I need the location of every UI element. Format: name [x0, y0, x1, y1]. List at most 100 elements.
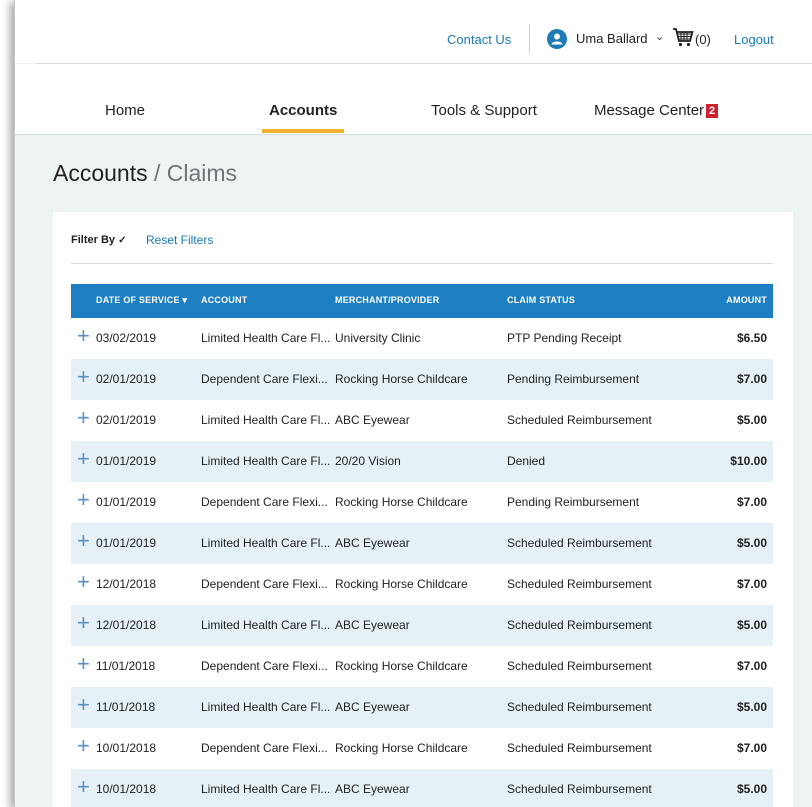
- cell-status: Scheduled Reimbursement: [507, 741, 652, 755]
- active-tab-indicator: [262, 129, 344, 133]
- column-header-date-label: Date of Service: [96, 295, 180, 305]
- cell-amount: $5.00: [736, 413, 767, 427]
- cell-status: Scheduled Reimbursement: [507, 413, 652, 427]
- table-row[interactable]: +11/01/2018 Limited Health Care Fl... ABC …: [71, 687, 773, 728]
- cell-merchant: ABC Eyewear: [335, 618, 410, 632]
- cell-account: Dependent Care Flexi...: [201, 372, 328, 386]
- table-row[interactable]: +01/01/2019 Limited Health Care Fl... ABC …: [71, 523, 773, 564]
- table-row[interactable]: +03/02/2019 Limited Health Care Fl... Univ…: [71, 318, 773, 359]
- expand-row-plus-icon[interactable]: +: [77, 407, 90, 429]
- cell-merchant: ABC Eyewear: [335, 536, 410, 550]
- message-count-badge: 2: [706, 104, 719, 118]
- cell-amount: $7.00: [736, 372, 767, 386]
- cell-amount: $7.00: [736, 741, 767, 755]
- expand-row-plus-icon[interactable]: +: [77, 530, 90, 552]
- table-row[interactable]: +01/01/2019 Limited Health Care Fl... 20/2…: [71, 441, 773, 482]
- cell-amount: $7.00: [736, 577, 767, 591]
- table-row[interactable]: +02/01/2019 Limited Health Care Fl... ABC …: [71, 400, 773, 441]
- page-title: Accounts / Claims: [53, 160, 237, 187]
- nav-message-center[interactable]: Message Center 2: [594, 102, 719, 119]
- cell-account: Dependent Care Flexi...: [201, 741, 328, 755]
- user-name-menu[interactable]: Uma Ballard: [576, 31, 648, 46]
- table-row[interactable]: +01/01/2019 Dependent Care Flexi... Rockin…: [71, 482, 773, 523]
- reset-filters-link[interactable]: Reset Filters: [146, 233, 213, 247]
- table-row[interactable]: +10/01/2018 Limited Health Care Fl... ABC …: [71, 769, 773, 807]
- cell-amount: $5.00: [736, 536, 767, 550]
- cell-date: 11/01/2018: [96, 659, 156, 673]
- cell-account: Limited Health Care Fl...: [201, 413, 331, 427]
- expand-row-plus-icon[interactable]: +: [77, 448, 90, 470]
- cell-account: Limited Health Care Fl...: [201, 618, 331, 632]
- cell-date: 01/01/2019: [96, 454, 157, 468]
- utility-bar: Contact Us Uma Ballard ⌄ (0) Logout: [15, 0, 812, 63]
- table-header: Date of Service ▾ Account Merchant/Provi…: [71, 284, 773, 318]
- user-icon[interactable]: [547, 29, 567, 49]
- cell-amount: $5.00: [736, 782, 767, 796]
- filter-by-dropdown[interactable]: Filter By ✓: [71, 234, 126, 246]
- cell-status: Scheduled Reimbursement: [507, 659, 652, 673]
- sort-down-icon: ▾: [182, 295, 188, 305]
- cell-status: PTP Pending Receipt: [507, 331, 622, 345]
- cell-date: 01/01/2019: [96, 536, 157, 550]
- main-nav: Home Accounts Tools & Support Message Ce…: [15, 64, 812, 135]
- expand-row-plus-icon[interactable]: +: [77, 325, 90, 347]
- column-header-merchant[interactable]: Merchant/Provider: [335, 295, 439, 305]
- table-row[interactable]: +11/01/2018 Dependent Care Flexi... Rockin…: [71, 646, 773, 687]
- logout-link[interactable]: Logout: [734, 32, 774, 47]
- cart-count[interactable]: (0): [695, 32, 711, 47]
- cell-status: Denied: [507, 454, 546, 468]
- cell-status: Scheduled Reimbursement: [507, 700, 652, 714]
- cell-amount: $5.00: [736, 618, 767, 632]
- cell-amount: $6.50: [736, 331, 767, 345]
- cell-date: 03/02/2019: [96, 331, 157, 345]
- table-row[interactable]: +02/01/2019 Dependent Care Flexi... Rockin…: [71, 359, 773, 400]
- cell-status: Pending Reimbursement: [507, 495, 640, 509]
- nav-home[interactable]: Home: [105, 102, 145, 119]
- chevron-down-icon[interactable]: ⌄: [655, 30, 664, 43]
- expand-row-plus-icon[interactable]: +: [77, 612, 90, 634]
- expand-row-plus-icon[interactable]: +: [77, 366, 90, 388]
- claims-card: Filter By ✓ Reset Filters Date of Servic…: [53, 212, 793, 807]
- expand-row-plus-icon[interactable]: +: [77, 776, 90, 798]
- divider: [71, 263, 773, 264]
- nav-tools-support[interactable]: Tools & Support: [431, 102, 537, 119]
- cell-status: Scheduled Reimbursement: [507, 618, 652, 632]
- cell-amount: $5.00: [736, 700, 767, 714]
- divider: [529, 24, 530, 54]
- page-title-separator: /: [147, 160, 167, 186]
- table-row[interactable]: +12/01/2018 Dependent Care Flexi... Rockin…: [71, 564, 773, 605]
- cell-date: 10/01/2018: [96, 741, 157, 755]
- column-header-amount[interactable]: Amount: [726, 295, 767, 305]
- cell-date: 12/01/2018: [96, 577, 157, 591]
- expand-row-plus-icon[interactable]: +: [77, 694, 90, 716]
- contact-us-link[interactable]: Contact Us: [447, 32, 511, 47]
- cell-merchant: 20/20 Vision: [335, 454, 401, 468]
- cart-icon[interactable]: [672, 26, 694, 48]
- cell-amount: $7.00: [736, 659, 767, 673]
- column-header-account[interactable]: Account: [201, 295, 247, 305]
- browser-window: Contact Us Uma Ballard ⌄ (0) Logout Home…: [14, 0, 812, 807]
- cell-amount: $7.00: [736, 495, 767, 509]
- cell-status: Pending Reimbursement: [507, 372, 640, 386]
- column-header-status[interactable]: Claim Status: [507, 295, 575, 305]
- cell-account: Limited Health Care Fl...: [201, 700, 331, 714]
- cell-account: Limited Health Care Fl...: [201, 782, 331, 796]
- page-subtitle: Claims: [166, 160, 238, 186]
- expand-row-plus-icon[interactable]: +: [77, 489, 90, 511]
- expand-row-plus-icon[interactable]: +: [77, 653, 90, 675]
- cell-account: Limited Health Care Fl...: [201, 331, 331, 345]
- cell-amount: $10.00: [730, 454, 767, 468]
- expand-row-plus-icon[interactable]: +: [77, 571, 90, 593]
- cell-merchant: ABC Eyewear: [335, 782, 410, 796]
- nav-accounts[interactable]: Accounts: [269, 102, 337, 119]
- page-title-main: Accounts: [53, 160, 148, 186]
- cell-account: Dependent Care Flexi...: [201, 495, 328, 509]
- table-row[interactable]: +10/01/2018 Dependent Care Flexi... Rockin…: [71, 728, 773, 769]
- table-row[interactable]: +12/01/2018 Limited Health Care Fl... ABC …: [71, 605, 773, 646]
- expand-row-plus-icon[interactable]: +: [77, 735, 90, 757]
- column-header-date[interactable]: Date of Service ▾: [96, 295, 187, 306]
- cell-account: Dependent Care Flexi...: [201, 577, 328, 591]
- cell-status: Scheduled Reimbursement: [507, 577, 652, 591]
- cell-merchant: Rocking Horse Childcare: [335, 495, 468, 509]
- cell-merchant: Rocking Horse Childcare: [335, 741, 468, 755]
